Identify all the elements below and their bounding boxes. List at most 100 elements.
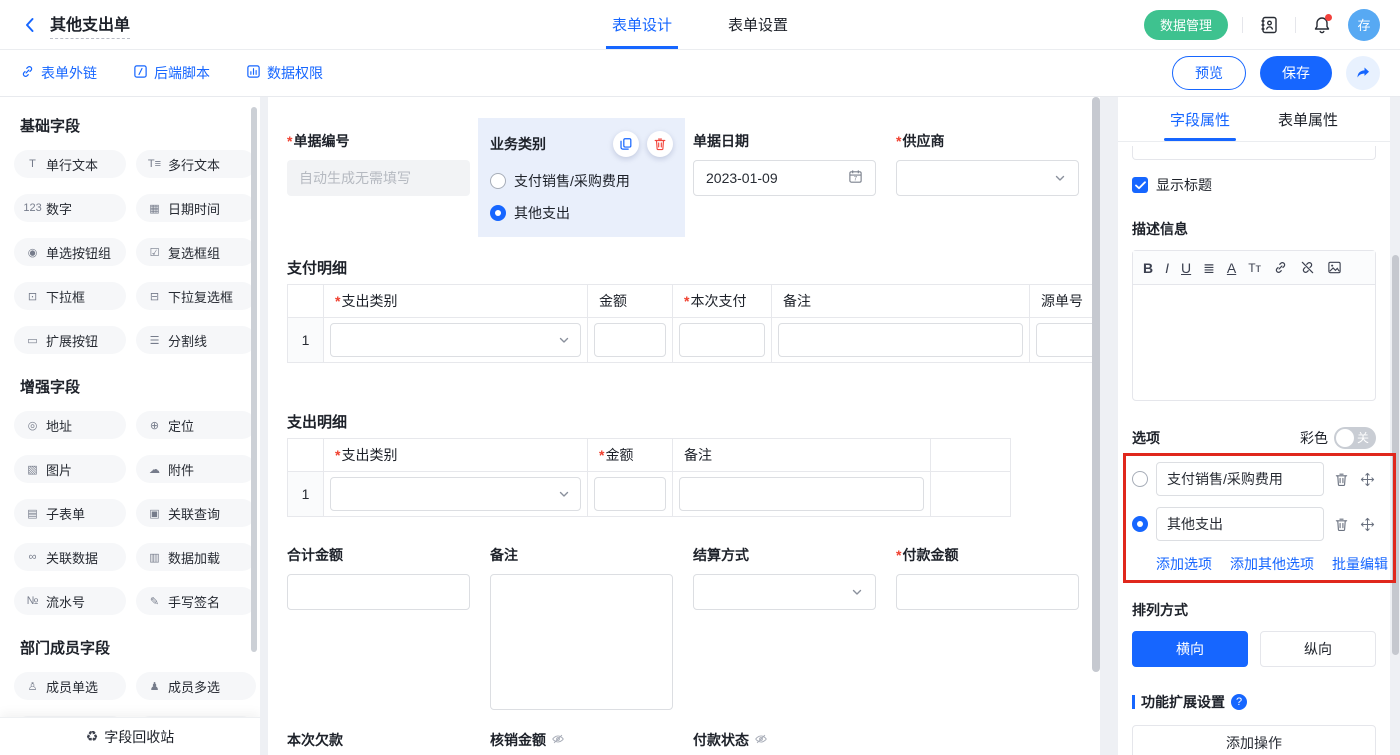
- settle-method-select[interactable]: [693, 574, 876, 610]
- multi-line-text-icon: T≡: [146, 158, 163, 170]
- option-action-link-0[interactable]: 添加选项: [1156, 554, 1212, 574]
- header-tab-1[interactable]: 表单设置: [728, 0, 788, 49]
- save-button[interactable]: 保存: [1260, 56, 1332, 90]
- align-icon[interactable]: ≣: [1203, 261, 1215, 275]
- pay-amount-input[interactable]: [896, 574, 1079, 610]
- cell-select[interactable]: [330, 477, 581, 511]
- underline-icon[interactable]: U: [1181, 261, 1191, 275]
- sidebar-item-0-9[interactable]: ☰分割线: [136, 326, 256, 354]
- image-icon[interactable]: [1327, 260, 1342, 275]
- sidebar-item-1-4[interactable]: ▤子表单: [14, 499, 126, 527]
- option-move-icon[interactable]: [1358, 517, 1376, 532]
- bill-date-input[interactable]: 2023-01-09 7: [693, 160, 876, 196]
- sidebar-item-0-6[interactable]: ⊡下拉框: [14, 282, 126, 310]
- bill-no-input[interactable]: 自动生成无需填写: [287, 160, 470, 196]
- italic-icon[interactable]: I: [1165, 261, 1169, 275]
- option-delete-icon[interactable]: [1332, 517, 1350, 532]
- share-button[interactable]: [1346, 56, 1380, 90]
- panel-tab-1[interactable]: 表单属性: [1278, 97, 1338, 141]
- data-manage-button[interactable]: 数据管理: [1144, 10, 1228, 40]
- sidebar-item-2-0[interactable]: ♙成员单选: [14, 672, 126, 700]
- field-supplier[interactable]: 供应商: [896, 132, 1079, 196]
- help-icon[interactable]: ?: [1231, 694, 1247, 710]
- sidebar-item-0-7[interactable]: ⊟下拉复选框: [136, 282, 256, 310]
- sidebar-item-0-5[interactable]: ☑复选框组: [136, 238, 256, 266]
- field-bill-no[interactable]: 单据编号 自动生成无需填写: [287, 132, 470, 196]
- sidebar-item-0-2[interactable]: 123数字: [14, 194, 126, 222]
- title-input-partial[interactable]: [1132, 146, 1376, 160]
- sidebar-item-1-0[interactable]: ◎地址: [14, 411, 126, 439]
- toolbar-link-1[interactable]: 后端脚本: [133, 63, 210, 83]
- cell-input[interactable]: [594, 323, 666, 357]
- header-tab-0[interactable]: 表单设计: [612, 0, 672, 49]
- sidebar-item-0-3[interactable]: ▦日期时间: [136, 194, 256, 222]
- option-text-input[interactable]: 其他支出: [1156, 507, 1324, 541]
- option-text-input[interactable]: 支付销售/采购费用: [1156, 462, 1324, 496]
- delete-field-icon[interactable]: [647, 131, 673, 157]
- option-radio[interactable]: [1132, 471, 1148, 487]
- sidebar-item-2-1[interactable]: ♟成员多选: [136, 672, 256, 700]
- cell-input[interactable]: [1036, 323, 1100, 357]
- cell-input[interactable]: [679, 477, 924, 511]
- cell-input[interactable]: [594, 477, 666, 511]
- window-scrollbar[interactable]: [1392, 255, 1399, 655]
- toolbar-link-2[interactable]: 数据权限: [246, 63, 323, 83]
- sidebar-item-0-1[interactable]: T≡多行文本: [136, 150, 256, 178]
- toolbar-link-0[interactable]: 表单外链: [20, 63, 97, 83]
- field-biz-type-selected[interactable]: 业务类别 支付销售/采购费用其他支出: [490, 132, 673, 237]
- field-total-amount[interactable]: 合计金额: [287, 546, 470, 610]
- editor-content[interactable]: [1133, 285, 1375, 400]
- contacts-book-icon[interactable]: [1257, 13, 1281, 37]
- arrangement-vertical-button[interactable]: 纵向: [1260, 631, 1376, 667]
- sidebar-item-0-4[interactable]: ◉单选按钮组: [14, 238, 126, 266]
- field-recycle-bin[interactable]: ♻ 字段回收站: [0, 717, 260, 755]
- sidebar-item-1-2[interactable]: ▧图片: [14, 455, 126, 483]
- total-amount-input[interactable]: [287, 574, 470, 610]
- add-action-button[interactable]: 添加操作: [1132, 725, 1376, 755]
- sidebar-item-1-8[interactable]: №流水号: [14, 587, 126, 615]
- selected-field-block[interactable]: 业务类别 支付销售/采购费用其他支出: [478, 118, 685, 237]
- sidebar-item-1-6[interactable]: ∞关联数据: [14, 543, 126, 571]
- member-multi-icon: ♟: [146, 680, 163, 693]
- cell-select[interactable]: [330, 323, 581, 357]
- show-title-checkbox[interactable]: [1132, 177, 1148, 193]
- sidebar-item-1-3[interactable]: ☁附件: [136, 455, 256, 483]
- field-bill-date[interactable]: 单据日期 2023-01-09 7: [693, 132, 876, 196]
- option-action-link-2[interactable]: 批量编辑: [1332, 554, 1388, 574]
- bold-icon[interactable]: B: [1143, 261, 1153, 275]
- cell-input[interactable]: [679, 323, 765, 357]
- sidebar-scrollbar[interactable]: [251, 107, 257, 652]
- option-move-icon[interactable]: [1358, 472, 1376, 487]
- font-color-icon[interactable]: A: [1227, 261, 1236, 275]
- sidebar-item-1-1[interactable]: ⊕定位: [136, 411, 256, 439]
- option-delete-icon[interactable]: [1332, 472, 1350, 487]
- sidebar-item-1-9[interactable]: ✎手写签名: [136, 587, 256, 615]
- sidebar-item-1-5[interactable]: ▣关联查询: [136, 499, 256, 527]
- arrangement-horizontal-button[interactable]: 横向: [1132, 631, 1248, 667]
- copy-field-icon[interactable]: [613, 131, 639, 157]
- user-avatar[interactable]: 存: [1348, 9, 1380, 41]
- remark-textarea[interactable]: [490, 574, 673, 710]
- table-column-header: 金额: [588, 439, 673, 472]
- option-radio[interactable]: [1132, 516, 1148, 532]
- back-icon[interactable]: [20, 15, 40, 35]
- color-toggle[interactable]: 关: [1334, 427, 1376, 449]
- canvas-scrollbar[interactable]: [1092, 97, 1100, 672]
- option-action-link-1[interactable]: 添加其他选项: [1230, 554, 1314, 574]
- link-icon[interactable]: [1273, 260, 1288, 275]
- sidebar-item-0-0[interactable]: T单行文本: [14, 150, 126, 178]
- cell-input[interactable]: [778, 323, 1023, 357]
- notification-bell-icon[interactable]: [1310, 13, 1334, 37]
- radio-unchecked[interactable]: [490, 173, 506, 189]
- field-settle-method[interactable]: 结算方式: [693, 546, 876, 610]
- radio-checked[interactable]: [490, 205, 506, 221]
- field-pay-amount[interactable]: 付款金额: [896, 546, 1079, 610]
- unlink-icon[interactable]: [1300, 260, 1315, 275]
- preview-button[interactable]: 预览: [1172, 56, 1246, 90]
- sidebar-item-0-8[interactable]: ▭扩展按钮: [14, 326, 126, 354]
- sidebar-item-1-7[interactable]: ▥数据加载: [136, 543, 256, 571]
- font-size-icon[interactable]: Tт: [1248, 262, 1261, 274]
- field-remark[interactable]: 备注: [490, 546, 673, 710]
- supplier-select[interactable]: [896, 160, 1079, 196]
- panel-tab-0[interactable]: 字段属性: [1170, 97, 1230, 141]
